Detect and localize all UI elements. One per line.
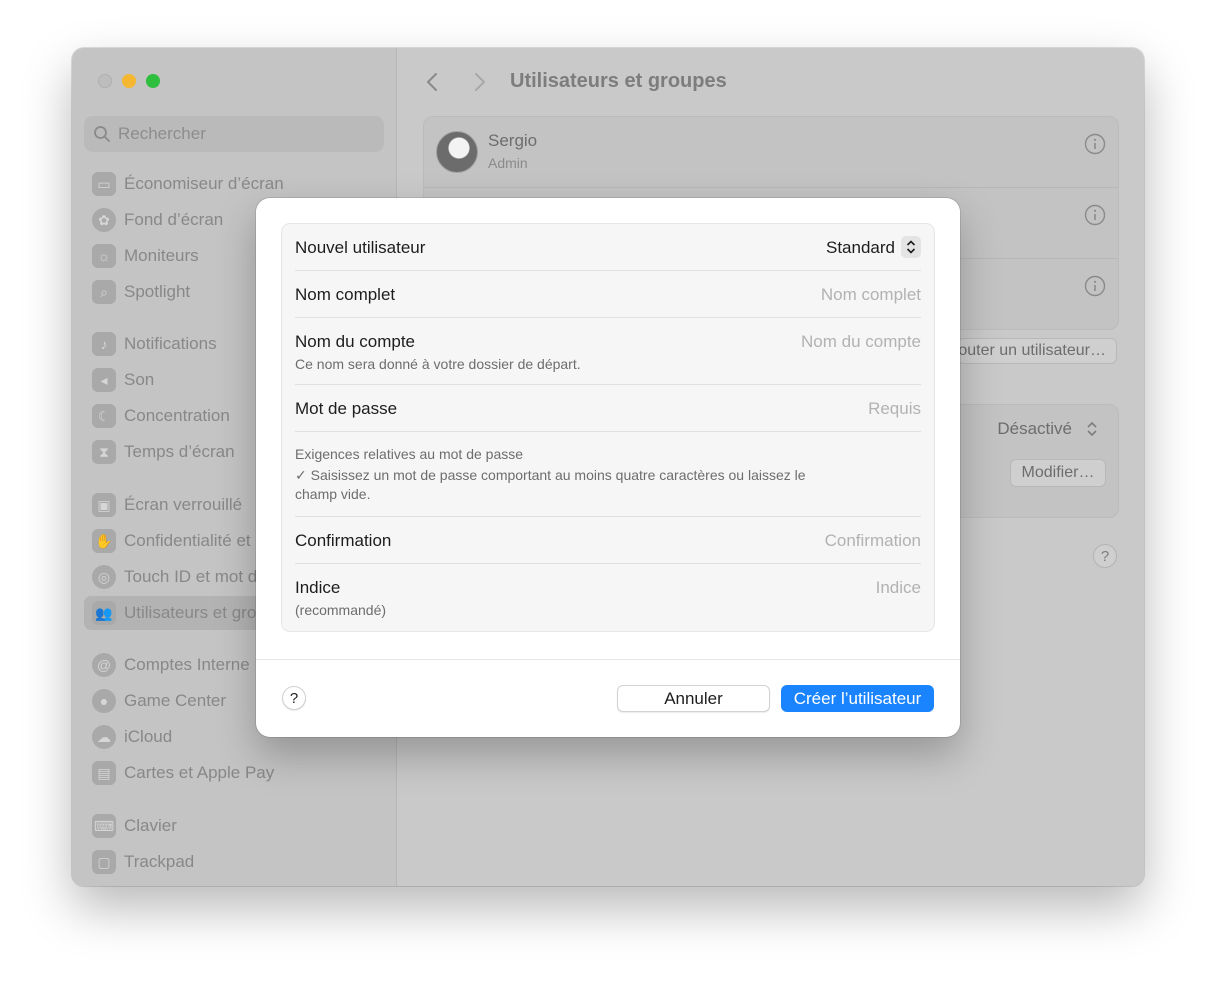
sidebar-item-screensaver[interactable]: ▭ Économiseur d’écran bbox=[84, 167, 384, 201]
sidebar-item-label: Notifications bbox=[124, 334, 217, 353]
search-field[interactable]: Rechercher bbox=[84, 116, 384, 152]
account-type-value[interactable]: Standard bbox=[826, 238, 895, 258]
requirements-line: champ vide. bbox=[295, 486, 371, 502]
users-icon: 👥 bbox=[92, 601, 116, 625]
lock-screen-icon: ▣ bbox=[92, 493, 116, 517]
close-window-button[interactable] bbox=[98, 74, 112, 88]
info-icon[interactable] bbox=[1084, 204, 1106, 226]
help-button[interactable]: ? bbox=[282, 686, 306, 710]
sidebar-item-label: Concentration bbox=[124, 406, 230, 425]
hint-row: Indice (recommandé) bbox=[295, 564, 921, 630]
screen-time-icon: ⧗ bbox=[92, 440, 116, 464]
password-field[interactable] bbox=[621, 397, 921, 421]
requirements-line: ✓ Saisissez un mot de passe comportant a… bbox=[295, 467, 806, 483]
sidebar-item-label: Comptes Interne bbox=[124, 655, 250, 674]
account-name-row: Nom du compte Ce nom sera donné à votre … bbox=[295, 318, 921, 385]
help-button[interactable]: ? bbox=[1093, 544, 1117, 568]
internet-accounts-icon: @ bbox=[92, 653, 116, 677]
sidebar-item-label: Confidentialité et bbox=[124, 531, 251, 550]
avatar bbox=[436, 131, 478, 173]
search-icon bbox=[94, 126, 110, 142]
hint-label: Indice bbox=[295, 578, 341, 597]
account-name-field[interactable] bbox=[621, 330, 921, 354]
full-name-field[interactable] bbox=[621, 283, 921, 307]
account-name-note: Ce nom sera donné à votre dossier de dép… bbox=[295, 356, 581, 372]
notifications-icon: ♪ bbox=[92, 332, 116, 356]
sidebar-item-label: Game Center bbox=[124, 691, 227, 710]
game-center-icon: ● bbox=[92, 689, 116, 713]
window-controls bbox=[98, 74, 160, 88]
info-icon[interactable] bbox=[1084, 133, 1106, 155]
focus-icon: ☾ bbox=[92, 404, 116, 428]
account-name-label: Nom du compte bbox=[295, 332, 415, 351]
spotlight-icon: ⌕ bbox=[92, 280, 116, 304]
add-user-button[interactable]: Ajouter un utilisateur… bbox=[957, 338, 1117, 364]
sidebar-item-label: Touch ID et mot d bbox=[124, 567, 258, 586]
sidebar-item-label: Cartes et Apple Pay bbox=[124, 763, 275, 782]
user-role: Admin bbox=[488, 155, 528, 171]
sidebar-item-label: Temps d’écran bbox=[124, 442, 235, 461]
chevron-right-icon[interactable] bbox=[467, 70, 491, 94]
sidebar-item-label: Clavier bbox=[124, 816, 177, 835]
password-label: Mot de passe bbox=[295, 399, 398, 418]
info-icon[interactable] bbox=[1084, 275, 1106, 297]
keyboard-icon: ⌨ bbox=[92, 814, 116, 838]
confirmation-field[interactable] bbox=[621, 529, 921, 553]
sidebar-item-label: Moniteurs bbox=[124, 246, 199, 265]
auto-login-value[interactable]: Désactivé bbox=[997, 419, 1072, 439]
cancel-button[interactable]: Annuler bbox=[617, 685, 770, 712]
chevron-left-icon[interactable] bbox=[421, 70, 445, 94]
new-user-label: Nouvel utilisateur bbox=[295, 238, 426, 257]
sidebar-item-label: Écran verrouillé bbox=[124, 495, 243, 514]
user-row[interactable]: Sergio Admin bbox=[424, 117, 1118, 187]
confirmation-row: Confirmation bbox=[295, 517, 921, 564]
icloud-icon: ☁ bbox=[92, 725, 116, 749]
sound-icon: ◂ bbox=[92, 368, 116, 392]
wallet-icon: ▤ bbox=[92, 761, 116, 785]
create-user-button[interactable]: Créer l’utilisateur bbox=[781, 685, 934, 712]
password-row: Mot de passe bbox=[295, 385, 921, 432]
sidebar-item-label: Spotlight bbox=[124, 282, 191, 301]
search-placeholder: Rechercher bbox=[118, 124, 206, 143]
up-down-chevron-icon[interactable] bbox=[1082, 418, 1102, 440]
dialog-divider bbox=[256, 659, 960, 660]
sidebar-item-trackpad[interactable]: ▢ Trackpad bbox=[84, 845, 384, 879]
minimize-window-button[interactable] bbox=[122, 74, 136, 88]
sidebar-item-label: Trackpad bbox=[124, 852, 195, 871]
touch-id-icon: ◎ bbox=[92, 565, 116, 589]
hint-note: (recommandé) bbox=[295, 602, 387, 618]
page-title: Utilisateurs et groupes bbox=[510, 70, 727, 92]
zoom-window-button[interactable] bbox=[146, 74, 160, 88]
user-name: Sergio bbox=[488, 131, 538, 150]
modify-button[interactable]: Modifier… bbox=[1010, 459, 1106, 487]
privacy-icon: ✋ bbox=[92, 529, 116, 553]
account-type-row: Nouvel utilisateur Standard bbox=[295, 224, 921, 271]
hint-field[interactable] bbox=[621, 576, 921, 600]
requirements-title: Exigences relatives au mot de passe bbox=[295, 446, 524, 462]
up-down-chevron-icon[interactable] bbox=[901, 236, 921, 258]
new-user-form: Nouvel utilisateur Standard Nom complet … bbox=[281, 223, 935, 632]
displays-icon: ☼ bbox=[92, 244, 116, 268]
full-name-label: Nom complet bbox=[295, 285, 396, 304]
confirmation-label: Confirmation bbox=[295, 531, 392, 550]
new-user-dialog: Nouvel utilisateur Standard Nom complet … bbox=[256, 198, 960, 737]
trackpad-icon: ▢ bbox=[92, 850, 116, 874]
sidebar-item-wallet[interactable]: ▤ Cartes et Apple Pay bbox=[84, 756, 384, 790]
password-requirements: Exigences relatives au mot de passe ✓ Sa… bbox=[295, 432, 921, 517]
sidebar-item-label: Fond d’écran bbox=[124, 210, 224, 229]
full-name-row: Nom complet bbox=[295, 271, 921, 318]
sidebar-item-label: Utilisateurs et gro bbox=[124, 603, 257, 622]
sidebar-item-label: Économiseur d’écran bbox=[124, 174, 284, 193]
sidebar-item-label: Son bbox=[124, 370, 155, 389]
sidebar-item-label: iCloud bbox=[124, 727, 173, 746]
wallpaper-icon: ✿ bbox=[92, 208, 116, 232]
sidebar-item-keyboard[interactable]: ⌨ Clavier bbox=[84, 809, 384, 843]
screensaver-icon: ▭ bbox=[92, 172, 116, 196]
